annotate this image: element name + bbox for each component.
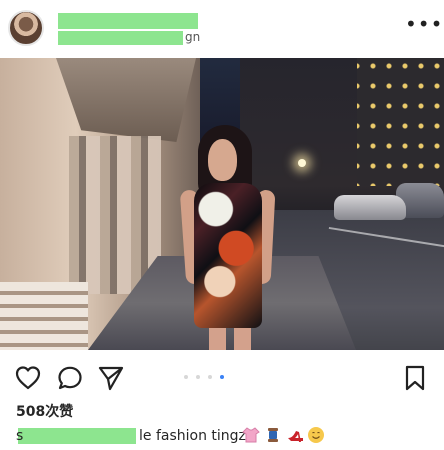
caption-text: le fashion tingz bbox=[139, 428, 246, 444]
lit-windows bbox=[357, 58, 444, 186]
redacted-username[interactable] bbox=[58, 13, 198, 29]
redacted-caption-user[interactable] bbox=[18, 428, 136, 444]
thread-icon bbox=[268, 428, 278, 442]
location-suffix[interactable]: gn bbox=[185, 30, 200, 44]
front-steps bbox=[0, 282, 88, 350]
shirt-icon bbox=[242, 427, 260, 443]
more-options-icon[interactable]: ••• bbox=[405, 14, 442, 34]
legs bbox=[209, 328, 251, 350]
account-info: gn bbox=[56, 13, 206, 45]
smile-icon bbox=[308, 427, 324, 443]
heart-icon[interactable] bbox=[14, 364, 42, 392]
woman-in-dress bbox=[179, 123, 276, 350]
face bbox=[208, 139, 237, 181]
street-light bbox=[298, 159, 306, 167]
bookmark-icon[interactable] bbox=[401, 364, 429, 392]
caption-prefix[interactable]: s bbox=[16, 428, 23, 444]
carousel-dot[interactable] bbox=[208, 375, 212, 379]
post-photo[interactable] bbox=[0, 58, 444, 350]
carousel-indicator bbox=[184, 375, 244, 381]
comment-icon[interactable] bbox=[56, 364, 84, 392]
post-header: gn ••• bbox=[0, 0, 444, 58]
redacted-location[interactable] bbox=[58, 31, 183, 45]
printed-dress bbox=[194, 183, 262, 328]
profile-avatar[interactable] bbox=[8, 10, 44, 46]
passing-car bbox=[334, 195, 406, 220]
carousel-dot[interactable] bbox=[184, 375, 188, 379]
carousel-dot[interactable] bbox=[196, 375, 200, 379]
heel-icon bbox=[288, 431, 303, 442]
likes-count[interactable]: 508次赞 bbox=[16, 401, 73, 421]
carousel-dot-active[interactable] bbox=[220, 375, 224, 379]
share-icon[interactable] bbox=[97, 364, 125, 392]
